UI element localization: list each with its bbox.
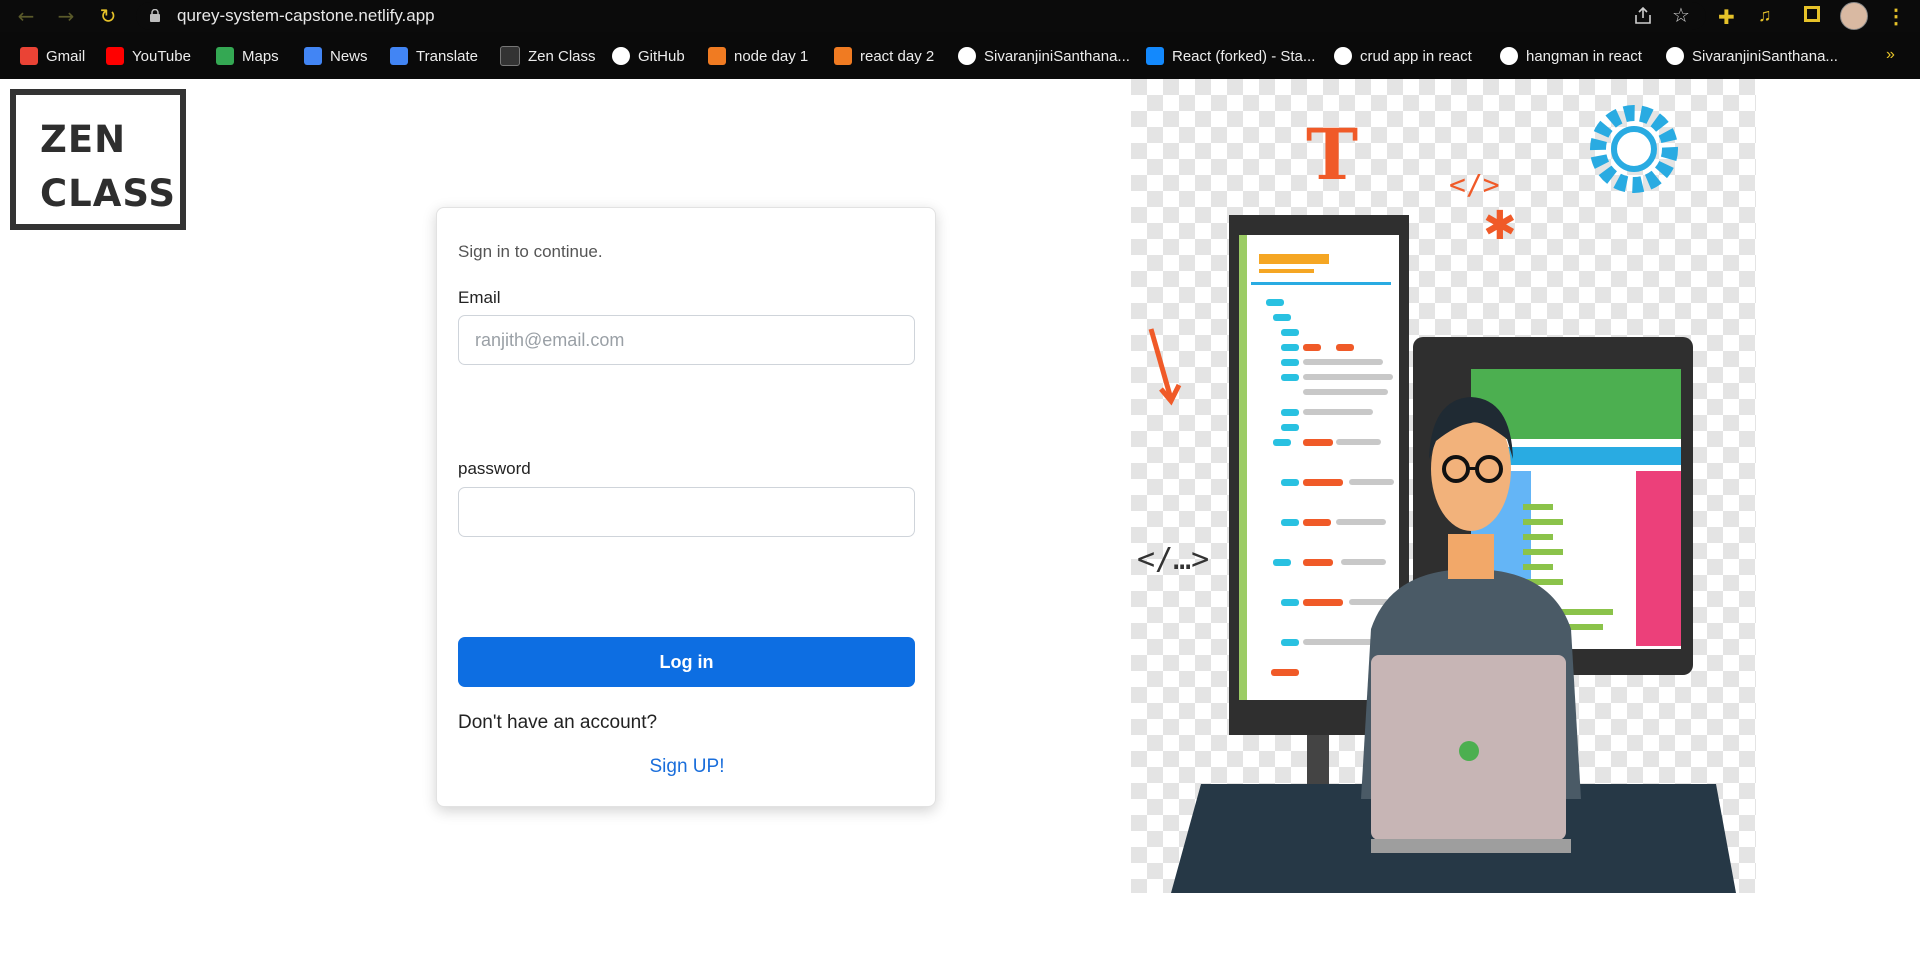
svg-text:✱: ✱ [1483, 203, 1517, 249]
bookmark-label: Maps [242, 47, 279, 65]
bookmark-news[interactable]: News [304, 45, 368, 67]
bookmark-youtube[interactable]: YouTube [106, 45, 191, 67]
no-account-text: Don't have an account? [458, 712, 658, 733]
avatar[interactable] [1840, 2, 1868, 30]
url-text[interactable]: qurey-system-capstone.netlify.app [177, 6, 435, 26]
bookmark-label: SivaranjiniSanthana... [984, 47, 1130, 65]
bookmark-github-profile-1[interactable]: SivaranjiniSanthana... [958, 45, 1130, 67]
login-card: Sign in to continue. Email password Log … [436, 207, 936, 807]
bookmark-label: Translate [416, 47, 478, 65]
bookmark-label: React (forked) - Sta... [1172, 47, 1316, 65]
github-icon [1500, 47, 1518, 65]
bookmark-label: Zen Class [528, 47, 596, 65]
browser-toolbar: ← → ↻ qurey-system-capstone.netlify.app … [0, 0, 1920, 32]
bookmark-label: crud app in react [1360, 47, 1472, 65]
bookmark-github[interactable]: GitHub [612, 45, 685, 67]
password-field[interactable] [458, 487, 915, 537]
email-field[interactable] [458, 315, 915, 365]
bn-icon [834, 47, 852, 65]
svg-text:</>: </> [1449, 168, 1500, 201]
svg-text:</…>: </…> [1137, 542, 1209, 577]
bookmark-label: react day 2 [860, 47, 935, 65]
bookmark-node-day-1[interactable]: node day 1 [708, 45, 808, 67]
reload-icon[interactable]: ↻ [96, 4, 120, 28]
bookmark-label: GitHub [638, 47, 685, 65]
svg-text:T: T [1306, 113, 1358, 196]
gmail-icon [20, 47, 38, 65]
email-label: Email [458, 288, 501, 307]
github-icon [1666, 47, 1684, 65]
password-label: password [458, 459, 531, 478]
extensions-icon[interactable]: ✚ [1718, 5, 1735, 30]
bookmark-label: News [330, 47, 368, 65]
lock-icon[interactable] [150, 9, 160, 22]
login-button[interactable]: Log in [458, 637, 915, 687]
bookmark-hangman[interactable]: hangman in react [1500, 45, 1642, 67]
signup-link[interactable]: Sign UP! [437, 756, 937, 778]
maps-icon [216, 47, 234, 65]
logo-text: ZEN CLASS [40, 118, 176, 215]
bookmark-label: Gmail [46, 47, 86, 65]
bookmark-react-day-2[interactable]: react day 2 [834, 45, 934, 67]
bookmark-label: hangman in react [1526, 47, 1642, 65]
forward-icon[interactable]: → [54, 4, 78, 28]
zen-class-logo: ZEN CLASS [10, 89, 186, 230]
bookmark-crud-app[interactable]: crud app in react [1334, 45, 1472, 67]
menu-icon[interactable]: ⋮ [1886, 4, 1906, 29]
bookmark-label: node day 1 [734, 47, 809, 65]
back-icon[interactable]: ← [14, 4, 38, 28]
bn-icon [708, 47, 726, 65]
news-icon [304, 47, 322, 65]
bookmark-zen-class[interactable]: Zen Class [500, 45, 596, 67]
more-bookmarks-icon[interactable]: » [1886, 46, 1895, 64]
stackblitz-icon [1146, 47, 1164, 65]
bookmarks-bar: Gmail YouTube Maps News Translate Zen Cl… [0, 32, 1920, 79]
bookmark-maps[interactable]: Maps [216, 45, 279, 67]
star-icon[interactable]: ☆ [1672, 3, 1690, 27]
side-panel-icon[interactable] [1804, 6, 1820, 22]
bookmark-label: SivaranjiniSanthana... [1692, 47, 1838, 65]
media-icon[interactable]: ♫ [1758, 5, 1772, 26]
youtube-icon [106, 47, 124, 65]
bookmark-github-profile-2[interactable]: SivaranjiniSanthana... [1666, 45, 1838, 67]
github-icon [1334, 47, 1352, 65]
github-icon [612, 47, 630, 65]
bookmark-label: YouTube [132, 47, 191, 65]
share-icon[interactable] [1632, 5, 1654, 27]
zen-class-icon [500, 46, 520, 66]
translate-icon [390, 47, 408, 65]
bookmark-translate[interactable]: Translate [390, 45, 478, 67]
bookmark-gmail[interactable]: Gmail [20, 45, 85, 67]
bookmark-stackblitz[interactable]: React (forked) - Sta... [1146, 45, 1315, 67]
github-icon [958, 47, 976, 65]
login-subtitle: Sign in to continue. [458, 242, 603, 261]
developer-illustration: T </> ✱ </…> [1131, 79, 1756, 893]
